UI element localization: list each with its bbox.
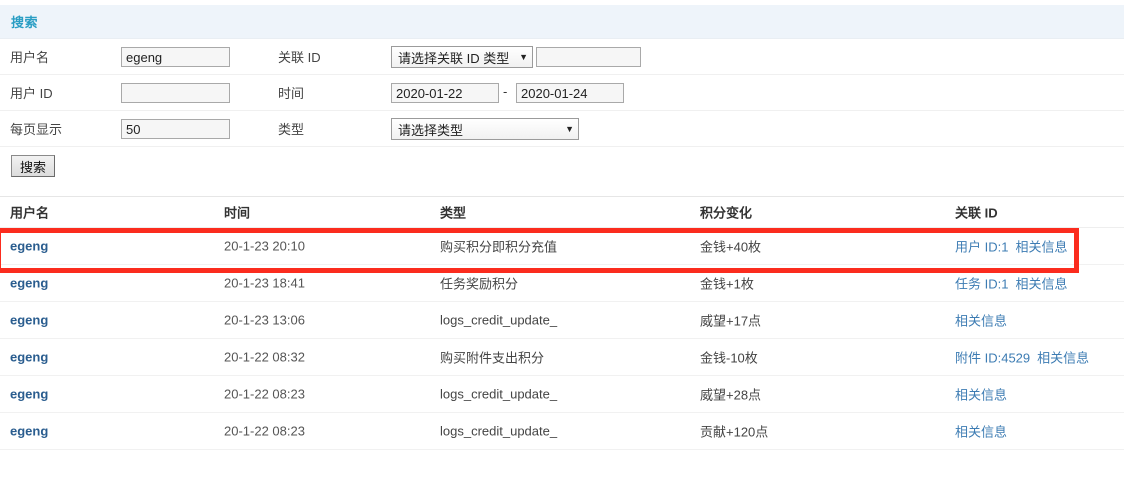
cell-type: logs_credit_update_ xyxy=(440,386,558,402)
cell-credit-change: 金钱-10枚 xyxy=(700,350,758,366)
cell-credit-change: 金钱+40枚 xyxy=(700,239,762,255)
cell-rel-id: 相关信息 xyxy=(955,422,1007,441)
cell-type: logs_credit_update_ xyxy=(440,423,558,439)
table-row[interactable]: egeng 20-1-22 08:23 logs_credit_update_ 威望+… xyxy=(0,376,1124,413)
cell-username: egeng xyxy=(10,350,48,365)
search-button[interactable]: 搜索 xyxy=(11,155,55,177)
form-row-1: 用户名 关联 ID 请选择关联 ID 类型 ▼ xyxy=(0,38,1124,74)
username-label: 用户名 xyxy=(10,50,50,65)
search-panel: 搜索 用户名 关联 ID 请选择关联 ID 类型 ▼ 用户 ID 时间 - 每页… xyxy=(0,5,1124,185)
cell-username: egeng xyxy=(10,276,48,291)
cell-rel-id: 相关信息 xyxy=(955,385,1007,404)
cell-type: 购买积分即积分充值 xyxy=(440,239,558,255)
user-id-input[interactable] xyxy=(121,83,230,103)
chevron-down-icon: ▼ xyxy=(565,123,574,134)
cell-credit-change: 威望+17点 xyxy=(700,313,762,329)
per-page-label: 每页显示 xyxy=(10,122,63,137)
username-link[interactable]: egeng xyxy=(10,424,48,439)
related-info-link[interactable]: 相关信息 xyxy=(955,425,1007,440)
column-header-type: 类型 xyxy=(440,205,467,221)
cell-time: 20-1-22 08:23 xyxy=(224,386,305,402)
cell-credit-change: 威望+28点 xyxy=(700,387,762,403)
username-input[interactable] xyxy=(121,47,230,67)
table-row[interactable]: egeng 20-1-23 18:41 任务奖励积分 金钱+1枚 任务 ID:1 相关信息 xyxy=(0,265,1124,302)
cell-username: egeng xyxy=(10,387,48,402)
per-page-input[interactable] xyxy=(121,119,230,139)
cell-username: egeng xyxy=(10,424,48,439)
cell-rel-id: 用户 ID:1 相关信息 xyxy=(955,237,1067,256)
date-to-input[interactable] xyxy=(516,83,624,103)
cell-time: 20-1-23 18:41 xyxy=(224,275,305,291)
cell-username: egeng xyxy=(10,313,48,328)
column-header-time: 时间 xyxy=(224,205,251,221)
form-row-3: 每页显示 类型 请选择类型 ▼ xyxy=(0,110,1124,146)
rel-id-input[interactable] xyxy=(536,47,641,67)
rel-id-link[interactable]: 附件 ID:4529 xyxy=(955,351,1030,366)
column-header-username: 用户名 xyxy=(10,205,50,221)
column-header-credit-change: 积分变化 xyxy=(700,205,753,221)
related-info-link[interactable]: 相关信息 xyxy=(1015,277,1067,292)
rel-id-type-select[interactable]: 请选择关联 ID 类型 ▼ xyxy=(391,46,533,68)
rel-id-link[interactable]: 任务 ID:1 xyxy=(955,277,1008,292)
table-row[interactable]: egeng 20-1-22 08:23 logs_credit_update_ 贡献+… xyxy=(0,413,1124,450)
related-info-link[interactable]: 相关信息 xyxy=(955,388,1007,403)
table-header-row: 用户名 时间 类型 积分变化 关联 ID xyxy=(0,196,1124,228)
date-from-input[interactable] xyxy=(391,83,499,103)
rel-id-label: 关联 ID xyxy=(278,50,321,65)
username-link[interactable]: egeng xyxy=(10,313,48,328)
column-header-rel-id: 关联 ID xyxy=(955,205,998,221)
search-panel-title: 搜索 xyxy=(11,15,39,30)
type-select[interactable]: 请选择类型 ▼ xyxy=(391,118,579,140)
cell-rel-id: 任务 ID:1 相关信息 xyxy=(955,274,1067,293)
results-table: 用户名 时间 类型 积分变化 关联 ID egeng 20-1-23 20:10 购… xyxy=(0,196,1124,450)
cell-type: logs_credit_update_ xyxy=(440,312,558,328)
cell-time: 20-1-22 08:32 xyxy=(224,349,305,365)
cell-type: 任务奖励积分 xyxy=(440,276,519,292)
cell-rel-id: 附件 ID:4529 相关信息 xyxy=(955,348,1089,367)
search-panel-header: 搜索 xyxy=(0,5,1124,38)
search-form: 用户名 关联 ID 请选择关联 ID 类型 ▼ 用户 ID 时间 - 每页显示 … xyxy=(0,38,1124,185)
form-row-2: 用户 ID 时间 - xyxy=(0,74,1124,110)
username-link[interactable]: egeng xyxy=(10,239,48,254)
cell-credit-change: 贡献+120点 xyxy=(700,424,769,440)
cell-time: 20-1-22 08:23 xyxy=(224,423,305,439)
table-body: egeng 20-1-23 20:10 购买积分即积分充值 金钱+40枚 用户 ID:1… xyxy=(0,228,1124,450)
related-info-link[interactable]: 相关信息 xyxy=(955,314,1007,329)
time-label: 时间 xyxy=(278,86,305,101)
date-range-separator: - xyxy=(503,84,508,99)
cell-rel-id: 相关信息 xyxy=(955,311,1007,330)
rel-id-type-select-value: 请选择关联 ID 类型 xyxy=(398,50,510,66)
cell-username: egeng xyxy=(10,239,48,254)
table-row[interactable]: egeng 20-1-22 08:32 购买附件支出积分 金钱-10枚 附件 ID:45… xyxy=(0,339,1124,376)
type-select-value: 请选择类型 xyxy=(398,122,464,138)
chevron-down-icon: ▼ xyxy=(519,51,528,62)
username-link[interactable]: egeng xyxy=(10,350,48,365)
cell-time: 20-1-23 13:06 xyxy=(224,312,305,328)
type-label: 类型 xyxy=(278,122,305,137)
cell-credit-change: 金钱+1枚 xyxy=(700,276,754,292)
rel-id-link[interactable]: 用户 ID:1 xyxy=(955,240,1008,255)
form-actions: 搜索 xyxy=(0,146,1124,185)
username-link[interactable]: egeng xyxy=(10,387,48,402)
cell-type: 购买附件支出积分 xyxy=(440,350,545,366)
related-info-link[interactable]: 相关信息 xyxy=(1015,240,1067,255)
user-id-label: 用户 ID xyxy=(10,86,53,101)
table-row[interactable]: egeng 20-1-23 13:06 logs_credit_update_ 威望+… xyxy=(0,302,1124,339)
username-link[interactable]: egeng xyxy=(10,276,48,291)
cell-time: 20-1-23 20:10 xyxy=(224,238,305,254)
table-row[interactable]: egeng 20-1-23 20:10 购买积分即积分充值 金钱+40枚 用户 ID:1… xyxy=(0,228,1124,265)
related-info-link[interactable]: 相关信息 xyxy=(1037,351,1089,366)
